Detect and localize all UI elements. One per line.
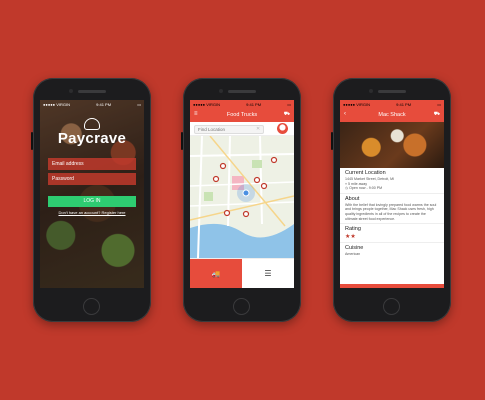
- truck-pin[interactable]: [223, 209, 231, 217]
- distance-text: 5 mile away: [348, 181, 368, 186]
- password-field[interactable]: [48, 173, 136, 185]
- about-text: With the belief that lovingly prepared f…: [345, 202, 437, 221]
- footer-bar: [340, 284, 444, 288]
- rating-title: Rating: [345, 226, 361, 233]
- page-title: Food Trucks: [226, 112, 258, 118]
- location-title: Current Location: [345, 170, 386, 176]
- speaker: [228, 90, 256, 93]
- camera: [219, 89, 223, 93]
- login-button[interactable]: LOG IN: [48, 196, 136, 207]
- truck-pin[interactable]: [253, 176, 261, 184]
- login-screen: ●●●●● VIRGIN 9:41 PM ▭ Paycrave LOG IN D…: [40, 100, 144, 288]
- truck-pin[interactable]: [260, 182, 268, 190]
- cuisine-title: Cuisine: [345, 245, 364, 252]
- truck-pin[interactable]: [270, 156, 278, 164]
- speaker: [378, 90, 406, 93]
- truck-pin[interactable]: [219, 162, 227, 170]
- search-input[interactable]: [194, 125, 264, 134]
- about-title: About: [345, 195, 360, 202]
- rating-section: Rating ★★: [340, 224, 444, 244]
- clear-icon[interactable]: ✕: [256, 126, 260, 132]
- rating-stars: ★★: [345, 234, 356, 241]
- cuisine-section: Cuisine American: [340, 243, 444, 259]
- header: ●●●●● VIRGIN 9:41 PM ▭ ≡ Food Trucks ⛟: [190, 100, 294, 122]
- status-time: 9:41 PM: [396, 101, 412, 107]
- battery-icon: ▭: [437, 101, 441, 107]
- home-button: [83, 298, 100, 315]
- page-title: Mac Shack: [378, 112, 406, 118]
- back-icon[interactable]: ‹: [344, 111, 346, 117]
- cuisine-value: American: [345, 252, 361, 257]
- email-field[interactable]: [48, 158, 136, 170]
- about-section: About With the belief that lovingly prep…: [340, 194, 444, 225]
- home-button: [383, 298, 400, 315]
- search-bar: ✕ ⬤: [190, 122, 294, 136]
- app-bar: ‹ Mac Shack ⛟: [340, 108, 444, 122]
- map-view[interactable]: [190, 136, 294, 258]
- detail-screen: ●●●●● VIRGIN 9:41 PM ▭ ‹ Mac Shack ⛟ Cur…: [340, 100, 444, 288]
- status-bar: ●●●●● VIRGIN 9:41 PM ▭: [40, 100, 144, 108]
- logo-icon: [84, 118, 100, 130]
- truck-pin[interactable]: [212, 175, 220, 183]
- carrier-label: ●●●●● VIRGIN: [193, 101, 220, 107]
- camera: [369, 89, 373, 93]
- location-section: Current Location 1445 Market Street, Det…: [340, 168, 444, 194]
- battery-icon: ▭: [137, 101, 141, 107]
- phone-detail: ●●●●● VIRGIN 9:41 PM ▭ ‹ Mac Shack ⛟ Cur…: [331, 78, 451, 322]
- app-bar: ≡ Food Trucks ⛟: [190, 108, 294, 122]
- header: ●●●●● VIRGIN 9:41 PM ▭ ‹ Mac Shack ⛟: [340, 100, 444, 122]
- status-time: 9:41 PM: [96, 101, 112, 107]
- hamburger-icon[interactable]: ≡: [194, 111, 198, 117]
- phone-login: ●●●●● VIRGIN 9:41 PM ▭ Paycrave LOG IN D…: [31, 78, 151, 322]
- current-location-dot: [242, 189, 250, 197]
- truck-pin[interactable]: [242, 210, 250, 218]
- location-pin-button[interactable]: ⬤: [277, 123, 288, 134]
- carrier-label: ●●●●● VIRGIN: [43, 101, 70, 107]
- camera: [69, 89, 73, 93]
- status-time: 9:41 PM: [246, 101, 262, 107]
- tab-list-icon[interactable]: ☰: [242, 259, 294, 288]
- battery-icon: ▭: [287, 101, 291, 107]
- register-link[interactable]: Don't have an account? Register here: [42, 210, 142, 215]
- status-bar: ●●●●● VIRGIN 9:41 PM ▭: [190, 100, 294, 108]
- map-screen: ●●●●● VIRGIN 9:41 PM ▭ ≡ Food Trucks ⛟ ✕…: [190, 100, 294, 288]
- login-content: ●●●●● VIRGIN 9:41 PM ▭ Paycrave LOG IN D…: [40, 100, 144, 288]
- tab-map-truck-icon[interactable]: 🚚: [190, 259, 242, 288]
- hours-row: ◷ Open now - 9:00 PM: [345, 186, 439, 191]
- home-button: [233, 298, 250, 315]
- brand-title: Paycrave: [57, 130, 127, 147]
- truck-icon[interactable]: ⛟: [434, 111, 440, 118]
- food-photo: [340, 122, 444, 168]
- bottom-tabs: 🚚 ☰: [190, 258, 294, 288]
- phone-map: ●●●●● VIRGIN 9:41 PM ▭ ≡ Food Trucks ⛟ ✕…: [181, 78, 301, 322]
- carrier-label: ●●●●● VIRGIN: [343, 101, 370, 107]
- status-bar: ●●●●● VIRGIN 9:41 PM ▭: [340, 100, 444, 108]
- hours-text: Open now - 9:00 PM: [349, 186, 383, 191]
- truck-icon[interactable]: ⛟: [284, 111, 290, 118]
- speaker: [78, 90, 106, 93]
